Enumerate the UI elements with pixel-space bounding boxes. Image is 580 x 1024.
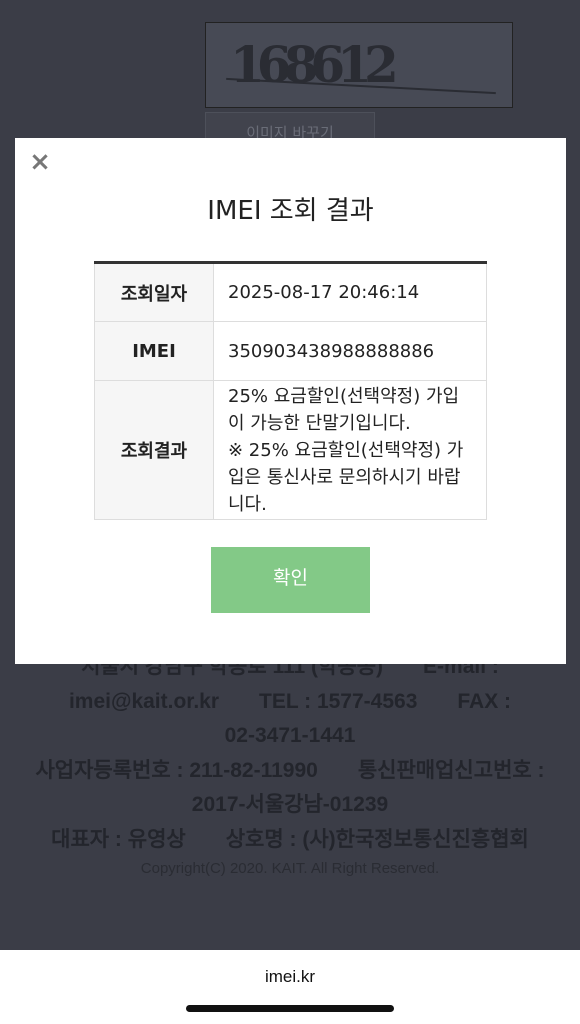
footer-line: 사업자등록번호 : 211-82-11990 통신판매업신고번호 : xyxy=(35,758,545,782)
url-text[interactable]: imei.kr xyxy=(0,967,580,987)
modal-title: IMEI 조회 결과 xyxy=(207,196,374,226)
browser-url-bar[interactable]: imei.kr xyxy=(0,950,580,1024)
close-icon[interactable]: × xyxy=(29,149,51,175)
row-value-result: 25% 요금할인(선택약정) 가입 이 가능한 단말기입니다. ※ 25% 요금… xyxy=(213,380,487,520)
result-table: 조회일자 2025-08-17 20:46:14 IMEI 3509034389… xyxy=(94,261,487,520)
table-row: 조회일자 2025-08-17 20:46:14 xyxy=(94,262,487,322)
home-indicator[interactable] xyxy=(186,1005,394,1012)
footer-line: 2017-서울강남-01239 xyxy=(191,793,389,816)
row-label: 조회일자 xyxy=(94,262,214,322)
captcha-image: 168612 xyxy=(205,22,513,108)
footer-line: imei@kait.or.kr TEL : 1577-4563 FAX : xyxy=(68,689,512,713)
row-value-imei: 350903438988888886 xyxy=(213,321,487,381)
confirm-button[interactable]: 확인 xyxy=(211,547,370,613)
footer-info: 서울시 강남구 학동로 111 (학동동) E-mail : imei@kait.… xyxy=(0,650,580,881)
table-row: 조회결과 25% 요금할인(선택약정) 가입 이 가능한 단말기입니다. ※ 2… xyxy=(94,380,487,520)
row-label: 조회결과 xyxy=(94,380,214,520)
copyright-text: Copyright(C) 2020. KAIT. All Right Reser… xyxy=(140,860,440,877)
imei-result-modal: × IMEI 조회 결과 조회일자 2025-08-17 20:46:14 IM… xyxy=(15,138,566,664)
table-row: IMEI 350903438988888886 xyxy=(94,321,487,381)
footer-line: 대표자 : 유영상 상호명 : (사)한국정보통신진흥협회 xyxy=(51,827,529,851)
footer-line: 02-3471-1441 xyxy=(224,724,356,747)
row-value-date: 2025-08-17 20:46:14 xyxy=(213,262,487,322)
row-label: IMEI xyxy=(94,321,214,381)
